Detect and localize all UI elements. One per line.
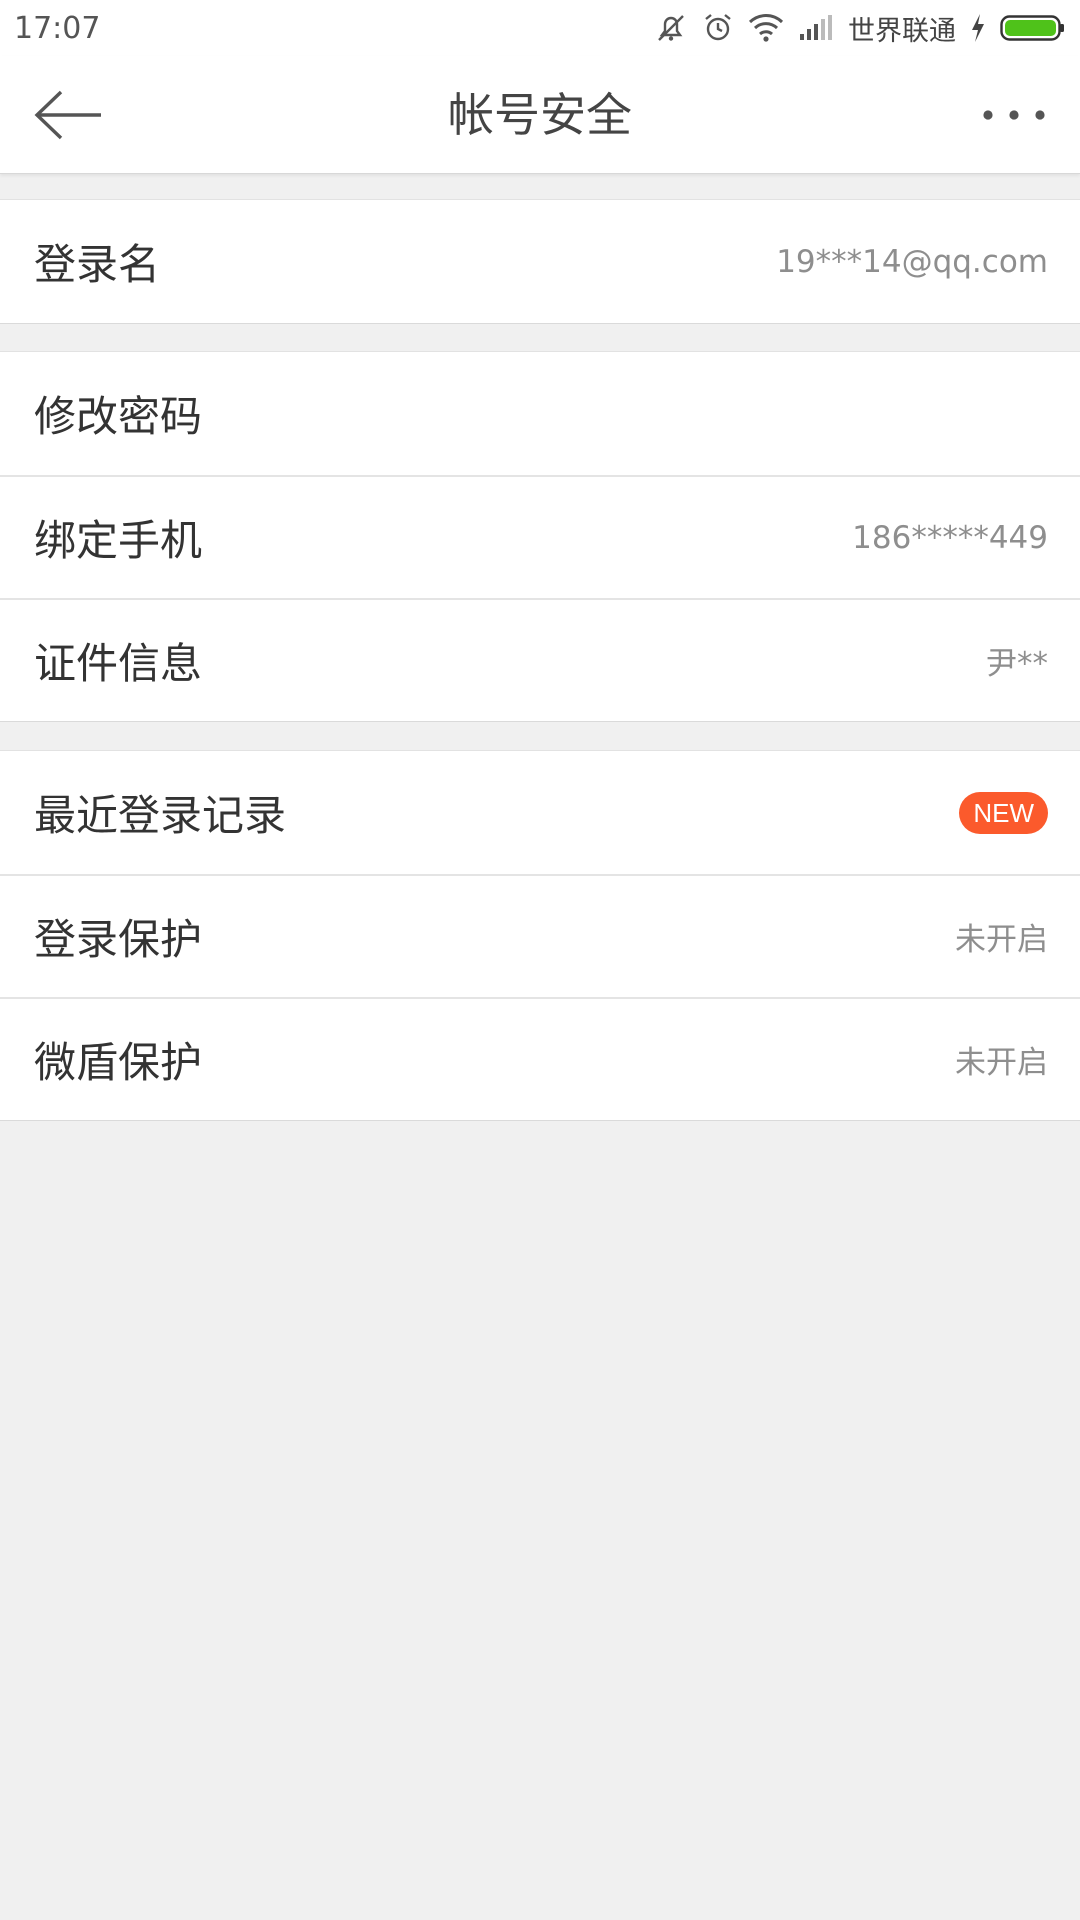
battery-icon [1000, 13, 1066, 43]
login-name-group: 登录名 19***14@qq.com [0, 199, 1080, 324]
login-name-value: 19***14@qq.com [776, 243, 1048, 280]
signal-icon [798, 14, 834, 42]
status-icons: 世界联通 [654, 9, 1066, 48]
login-protection-status: 未开启 [955, 922, 1048, 958]
change-password-row[interactable]: 修改密码 [0, 352, 1080, 475]
login-name-row[interactable]: 登录名 19***14@qq.com [0, 200, 1080, 323]
bind-phone-value: 186*****449 [852, 519, 1048, 556]
shield-protection-status: 未开启 [955, 1045, 1048, 1081]
login-protection-row[interactable]: 登录保护 未开启 [0, 874, 1080, 997]
new-badge: NEW [959, 791, 1048, 834]
account-info-group: 修改密码 绑定手机 186*****449 证件信息 尹** [0, 351, 1080, 722]
back-button[interactable] [30, 84, 106, 146]
top-app-bar: 帐号安全 [0, 56, 1080, 174]
arrow-left-icon [34, 90, 101, 140]
more-options-button[interactable] [974, 90, 1054, 140]
id-info-row[interactable]: 证件信息 尹** [0, 598, 1080, 721]
bind-phone-label: 绑定手机 [34, 516, 203, 565]
page-title: 帐号安全 [448, 88, 632, 142]
more-dots-icon [983, 110, 1045, 120]
change-password-label: 修改密码 [34, 392, 203, 441]
id-info-value: 尹** [986, 646, 1048, 682]
login-name-label: 登录名 [34, 240, 161, 289]
recent-login-label: 最近登录记录 [34, 791, 287, 840]
recent-login-row[interactable]: 最近登录记录 NEW [0, 751, 1080, 874]
alarm-icon [702, 12, 734, 44]
status-bar: 17:07 世界联通 [0, 0, 1080, 56]
charging-icon [970, 13, 986, 43]
wifi-icon [748, 13, 784, 43]
security-group: 最近登录记录 NEW 登录保护 未开启 微盾保护 未开启 [0, 750, 1080, 1121]
id-info-label: 证件信息 [34, 639, 203, 688]
bind-phone-row[interactable]: 绑定手机 186*****449 [0, 475, 1080, 598]
shield-protection-row[interactable]: 微盾保护 未开启 [0, 997, 1080, 1120]
shield-protection-label: 微盾保护 [34, 1038, 203, 1087]
mute-icon [654, 11, 688, 45]
status-time: 17:07 [14, 10, 101, 46]
login-protection-label: 登录保护 [34, 915, 203, 964]
carrier-name: 世界联通 [848, 15, 956, 47]
